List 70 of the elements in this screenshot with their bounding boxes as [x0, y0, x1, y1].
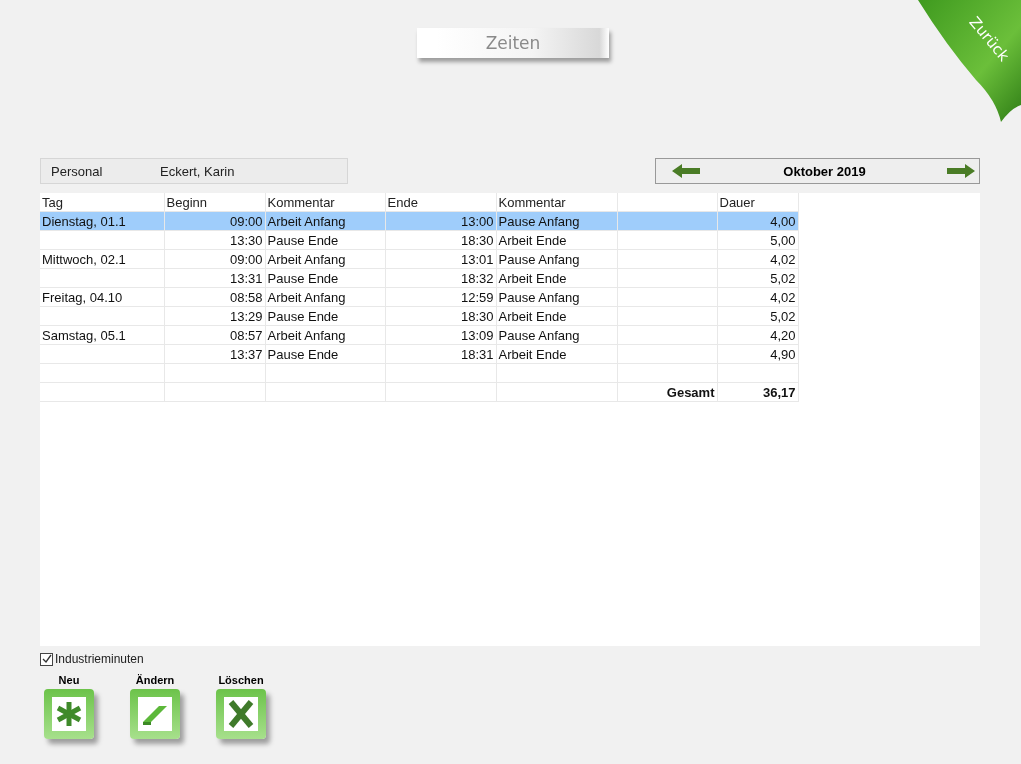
month-label: Oktober 2019: [783, 163, 866, 179]
next-arrow-icon[interactable]: [947, 163, 977, 179]
table-cell: Mittwoch, 02.1: [40, 249, 164, 269]
table-cell: 5,02: [717, 306, 798, 326]
table-row[interactable]: 13:29 Pause Ende 18:30 Arbeit Ende 5,02: [40, 306, 798, 326]
table-cell: 18:30: [385, 306, 496, 326]
table-cell: 4,02: [717, 249, 798, 269]
table-cell: 12:59: [385, 287, 496, 307]
table-cell: 18:31: [385, 344, 496, 364]
table-cell: Arbeit Anfang: [265, 249, 385, 269]
table-row[interactable]: Mittwoch, 02.1 09:00 Arbeit Anfang 13:01 Pause Anfang 4,02: [40, 249, 798, 269]
table-cell: 4,20: [717, 325, 798, 345]
previous-arrow-icon[interactable]: [672, 163, 702, 179]
table-row[interactable]: Freitag, 04.10 08:58 Arbeit Anfang 12:59 Pause Anfang 4,02: [40, 287, 798, 307]
table-row[interactable]: 13:30 Pause Ende 18:30 Arbeit Ende 5,00: [40, 230, 798, 250]
table-cell: Samstag, 05.1: [40, 325, 164, 345]
table-cell: Pause Ende: [265, 306, 385, 326]
table-row[interactable]: 13:31 Pause Ende 18:32 Arbeit Ende 5,02: [40, 268, 798, 288]
table-cell: Arbeit Ende: [496, 230, 617, 250]
page-title: Zeiten: [417, 28, 609, 58]
personal-label: Personal: [50, 163, 104, 179]
table-cell: 13:01: [385, 249, 496, 269]
table-cell: 18:32: [385, 268, 496, 288]
column-header: Dauer: [717, 193, 798, 212]
table-cell: Arbeit Anfang: [265, 287, 385, 307]
x-letter-icon: [228, 700, 254, 728]
checkbox[interactable]: [40, 652, 53, 666]
table-cell: 08:58: [164, 287, 265, 307]
table-cell: 13:30: [164, 230, 265, 250]
table-cell: Arbeit Ende: [496, 344, 617, 364]
table-cell: Arbeit Ende: [496, 268, 617, 288]
column-header: Kommentar: [265, 193, 385, 212]
checkbox-label: Industrieminuten: [55, 652, 144, 666]
table-cell: Arbeit Anfang: [265, 325, 385, 345]
column-header: Kommentar: [496, 193, 617, 212]
table-cell: 5,02: [717, 268, 798, 288]
table-cell: Pause Ende: [265, 268, 385, 288]
table-cell: 18:30: [385, 230, 496, 250]
table-cell: Pause Anfang: [496, 249, 617, 269]
table-cell: Pause Anfang: [496, 211, 617, 231]
column-header: Beginn: [164, 193, 265, 212]
table-cell: Arbeit Anfang: [265, 211, 385, 231]
table-row[interactable]: Samstag, 05.1 08:57 Arbeit Anfang 13:09 Pause Anfang 4,20: [40, 325, 798, 345]
personal-name: Eckert, Karin: [160, 163, 235, 179]
table-cell: Pause Anfang: [496, 287, 617, 307]
table-cell: Pause Ende: [265, 344, 385, 364]
table-cell: Pause Ende: [265, 230, 385, 250]
table-cell: 4,90: [717, 344, 798, 364]
table-cell: 08:57: [164, 325, 265, 345]
table-cell: 09:00: [164, 211, 265, 231]
asterisk-icon: [55, 700, 83, 728]
column-header: Ende: [385, 193, 496, 212]
table-cell: Arbeit Ende: [496, 306, 617, 326]
table-cell: 13:31: [164, 268, 265, 288]
table-cell: Pause Anfang: [496, 325, 617, 345]
table-cell: 13:00: [385, 211, 496, 231]
table-cell: 36,17: [717, 382, 798, 402]
table-cell: 13:29: [164, 306, 265, 326]
table-cell: 4,00: [717, 211, 798, 231]
table-cell: 13:09: [385, 325, 496, 345]
column-header: Tag: [40, 193, 164, 212]
table-row[interactable]: 13:37 Pause Ende 18:31 Arbeit Ende 4,90: [40, 344, 798, 364]
table-cell: 5,00: [717, 230, 798, 250]
table-cell: 13:37: [164, 344, 265, 364]
table-row[interactable]: Gesamt 36,17: [40, 382, 798, 402]
table-cell: 09:00: [164, 249, 265, 269]
table-cell: 4,02: [717, 287, 798, 307]
table-cell: Freitag, 04.10: [40, 287, 164, 307]
table-cell: Dienstag, 01.1: [40, 211, 164, 231]
table-cell: Gesamt: [617, 382, 717, 402]
